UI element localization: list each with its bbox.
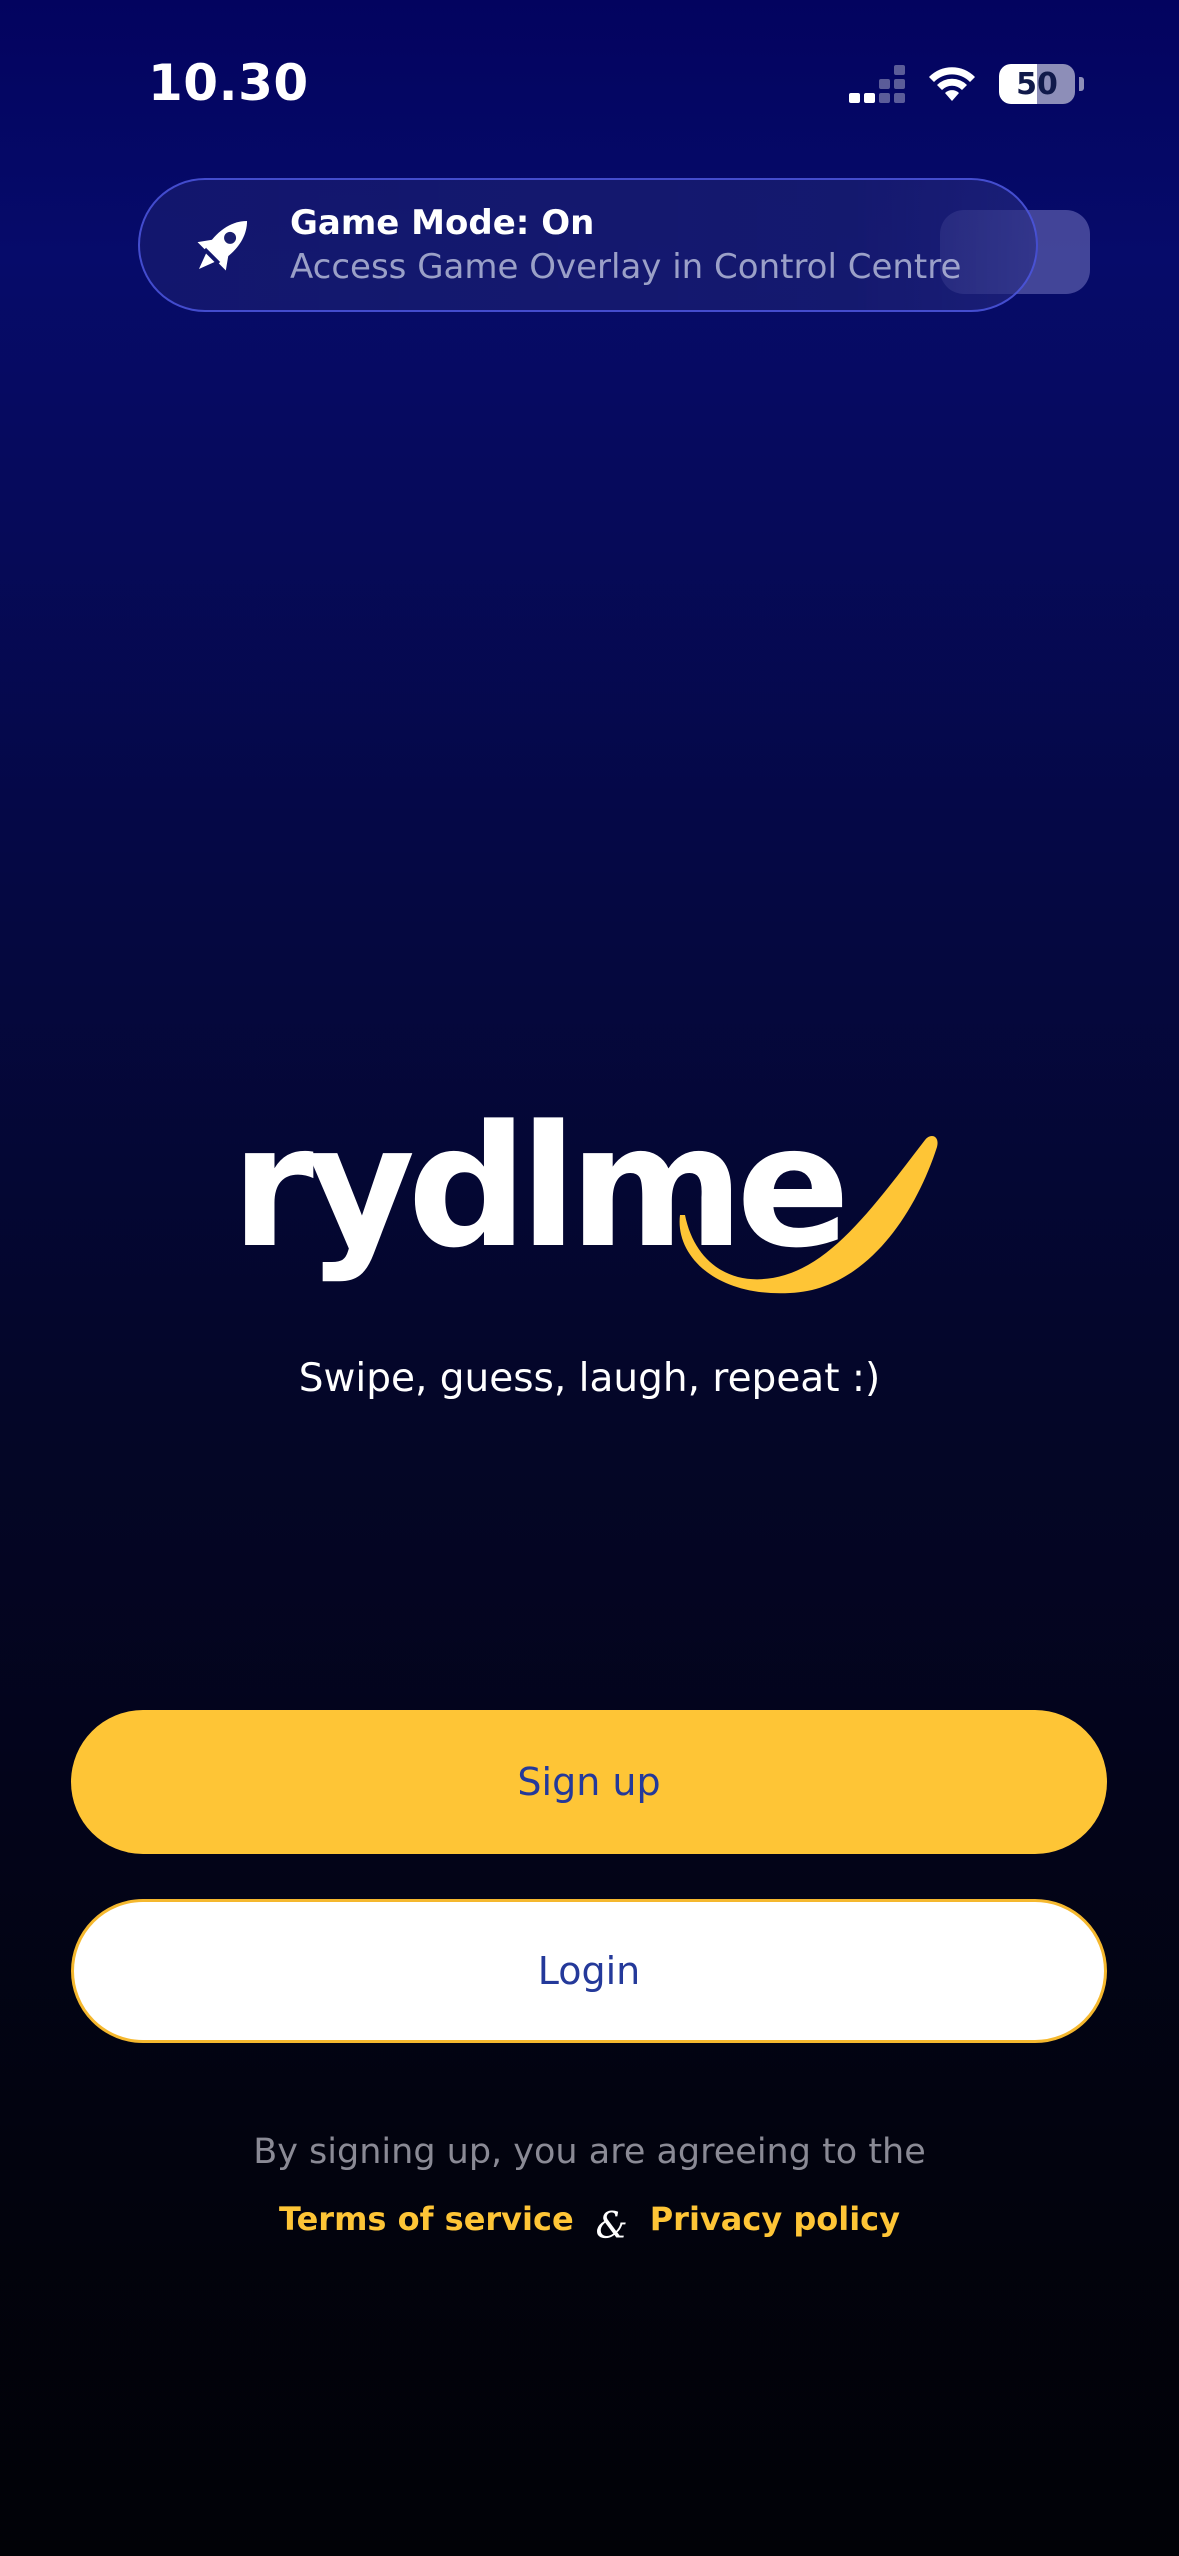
legal-separator: &: [595, 2206, 628, 2247]
status-time: 10.30: [148, 54, 309, 112]
battery-cap: [1079, 77, 1084, 91]
notification-subtitle: Access Game Overlay in Control Centre: [290, 247, 962, 287]
notification-title: Game Mode: On: [290, 203, 595, 243]
legal-notice: By signing up, you are agreeing to the: [253, 2132, 926, 2172]
status-icons: 50: [849, 64, 1084, 104]
terms-of-service-link[interactable]: Terms of service: [279, 2200, 574, 2238]
cellular-signal-icon: [849, 65, 905, 103]
rocket-icon: [178, 200, 268, 290]
legal-links: Terms of service & Privacy policy: [0, 2198, 1179, 2248]
rydlme-logo: rydlme: [231, 1089, 938, 1294]
battery-percentage: 50: [1016, 66, 1058, 102]
wifi-icon: [929, 67, 975, 101]
signup-button[interactable]: Sign up: [71, 1710, 1107, 1854]
signup-button-label: Sign up: [517, 1760, 661, 1804]
login-button[interactable]: Login: [71, 1899, 1107, 2043]
notification-text: Game Mode: On Access Game Overlay in Con…: [290, 203, 961, 287]
battery-icon: 50: [999, 64, 1075, 104]
logo-text: rydlme: [231, 1089, 842, 1285]
game-mode-notification[interactable]: Game Mode: On Access Game Overlay in Con…: [138, 178, 1038, 312]
tagline: Swipe, guess, laugh, repeat :): [298, 1356, 881, 1401]
login-button-label: Login: [537, 1949, 641, 1993]
privacy-policy-link[interactable]: Privacy policy: [650, 2200, 900, 2238]
